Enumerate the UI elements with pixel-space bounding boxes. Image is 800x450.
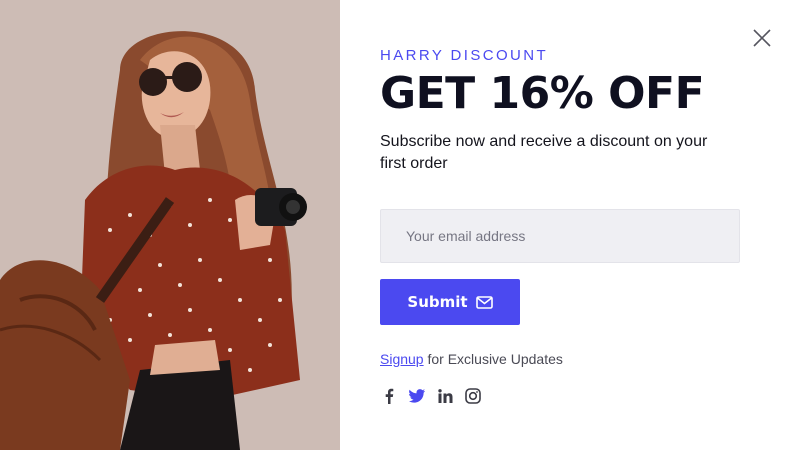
signup-line: Signup for Exclusive Updates xyxy=(380,351,563,367)
submit-button-label: Submit xyxy=(407,293,468,311)
envelope-icon xyxy=(475,295,493,309)
offer-subtitle: Subscribe now and receive a discount on … xyxy=(380,133,708,172)
eyebrow-label: HARRY DISCOUNT xyxy=(380,47,549,64)
twitter-icon xyxy=(409,389,425,403)
signup-suffix: for Exclusive Updates xyxy=(423,351,563,367)
facebook-icon xyxy=(385,388,394,404)
signup-link[interactable]: Signup xyxy=(380,351,424,367)
linkedin-link[interactable] xyxy=(436,387,454,405)
linkedin-icon xyxy=(437,389,452,403)
offer-headline: GET 16% OFF xyxy=(380,68,705,119)
submit-button[interactable]: Submit xyxy=(380,279,520,325)
social-links xyxy=(380,387,482,405)
email-input[interactable] xyxy=(380,209,740,263)
instagram-link[interactable] xyxy=(464,387,482,405)
instagram-icon xyxy=(465,388,481,404)
popup-content: HARRY DISCOUNT GET 16% OFF Subscribe now… xyxy=(380,0,760,450)
woman-with-camera-illustration xyxy=(0,0,340,450)
facebook-link[interactable] xyxy=(380,387,398,405)
twitter-link[interactable] xyxy=(408,387,426,405)
hero-photo xyxy=(0,0,340,450)
